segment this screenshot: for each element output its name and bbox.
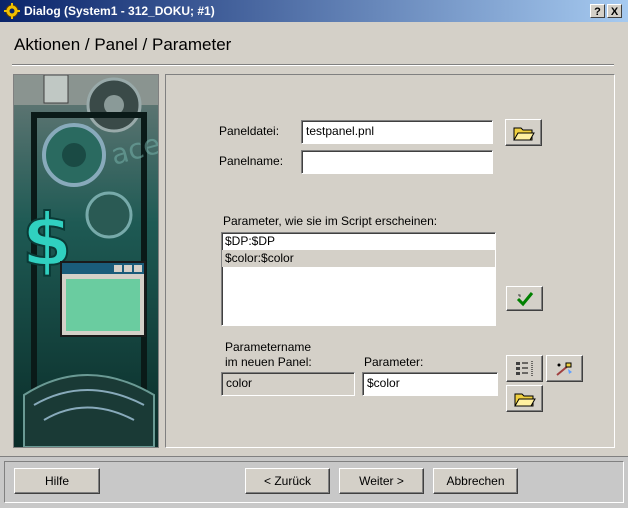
- close-title-button[interactable]: X: [607, 4, 622, 18]
- paramname-label-line2: im neuen Panel:: [225, 355, 312, 369]
- next-button[interactable]: Weiter >: [339, 468, 424, 494]
- cancel-button[interactable]: Abbrechen: [433, 468, 518, 494]
- list-item[interactable]: $color:$color: [222, 250, 495, 267]
- window-title: Dialog (System1 - 312_DOKU; #1): [24, 4, 215, 18]
- paneldatei-label: Paneldatei:: [219, 124, 280, 138]
- parameter-list-label: Parameter, wie sie im Script erscheinen:: [223, 214, 438, 228]
- open-parameter-file-button[interactable]: [506, 385, 543, 412]
- wizard-illustration: ace $: [13, 74, 159, 448]
- gear-app-icon: [4, 3, 20, 19]
- title-bar: Dialog (System1 - 312_DOKU; #1) ? X: [0, 0, 628, 22]
- panelname-input[interactable]: [301, 150, 493, 174]
- edit-magic-icon: [555, 362, 572, 376]
- illustration-graphic: ace $: [14, 75, 158, 447]
- parameter-label: Parameter:: [364, 355, 424, 369]
- parameter-input[interactable]: $color: [362, 372, 498, 396]
- edit-parameter-button[interactable]: [546, 355, 583, 382]
- folder-open-icon: [512, 127, 535, 140]
- paramname-field: color: [221, 372, 355, 396]
- header-separator: [12, 64, 614, 66]
- paneldatei-input[interactable]: testpanel.pnl: [301, 120, 493, 144]
- tree-list-icon: [515, 360, 532, 377]
- select-dp-button[interactable]: [506, 355, 543, 382]
- apply-button[interactable]: [506, 286, 543, 311]
- parameter-listbox[interactable]: $DP:$DP $color:$color: [221, 232, 496, 326]
- help-button[interactable]: Hilfe: [14, 468, 100, 494]
- open-file-button[interactable]: [505, 119, 542, 146]
- folder-open-icon: [513, 393, 536, 406]
- paramname-label-line1: Parametername: [225, 340, 312, 354]
- page-title: Aktionen / Panel / Parameter: [14, 35, 232, 54]
- back-button[interactable]: < Zurück: [245, 468, 330, 494]
- panelname-label: Panelname:: [219, 154, 284, 168]
- list-item[interactable]: $DP:$DP: [222, 233, 495, 250]
- help-title-button[interactable]: ?: [590, 4, 605, 18]
- checkmark-icon: [516, 291, 533, 306]
